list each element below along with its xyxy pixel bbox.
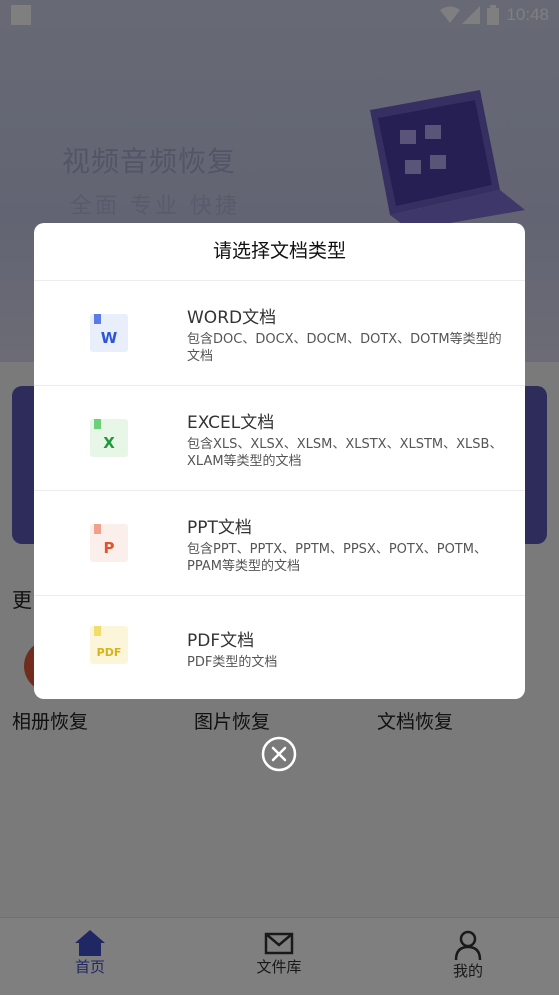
option-excel-desc: 包含XLS、XLSX、XLSM、XLSTX、XLSTM、XLSB、XLAM等类型… bbox=[187, 437, 503, 469]
option-excel-name: EXCEL文档 bbox=[187, 413, 275, 433]
excel-file-icon: X bbox=[90, 419, 128, 457]
option-pdf[interactable]: PDF PDF文档 PDF类型的文档 bbox=[34, 596, 525, 699]
option-excel[interactable]: X EXCEL文档 包含XLS、XLSX、XLSM、XLSTX、XLSTM、XL… bbox=[34, 386, 525, 491]
word-file-icon: W bbox=[90, 314, 128, 352]
option-ppt[interactable]: P PPT文档 包含PPT、PPTX、PPTM、PPSX、POTX、POTM、P… bbox=[34, 491, 525, 596]
document-type-dialog: 请选择文档类型 W WORD文档 包含DOC、DOCX、DOCM、DOTX、DO… bbox=[34, 223, 525, 699]
close-icon[interactable] bbox=[261, 736, 297, 772]
option-word[interactable]: W WORD文档 包含DOC、DOCX、DOCM、DOTX、DOTM等类型的文档 bbox=[34, 281, 525, 386]
option-pdf-name: PDF文档 bbox=[187, 631, 255, 651]
pdf-file-icon: PDF bbox=[90, 626, 128, 664]
option-ppt-name: PPT文档 bbox=[187, 518, 252, 538]
option-pdf-desc: PDF类型的文档 bbox=[187, 655, 278, 670]
ppt-file-icon: P bbox=[90, 524, 128, 562]
option-word-name: WORD文档 bbox=[187, 308, 277, 328]
option-ppt-desc: 包含PPT、PPTX、PPTM、PPSX、POTX、POTM、PPAM等类型的文… bbox=[187, 542, 487, 574]
option-word-desc: 包含DOC、DOCX、DOCM、DOTX、DOTM等类型的文档 bbox=[187, 332, 502, 364]
dialog-title: 请选择文档类型 bbox=[34, 223, 525, 281]
